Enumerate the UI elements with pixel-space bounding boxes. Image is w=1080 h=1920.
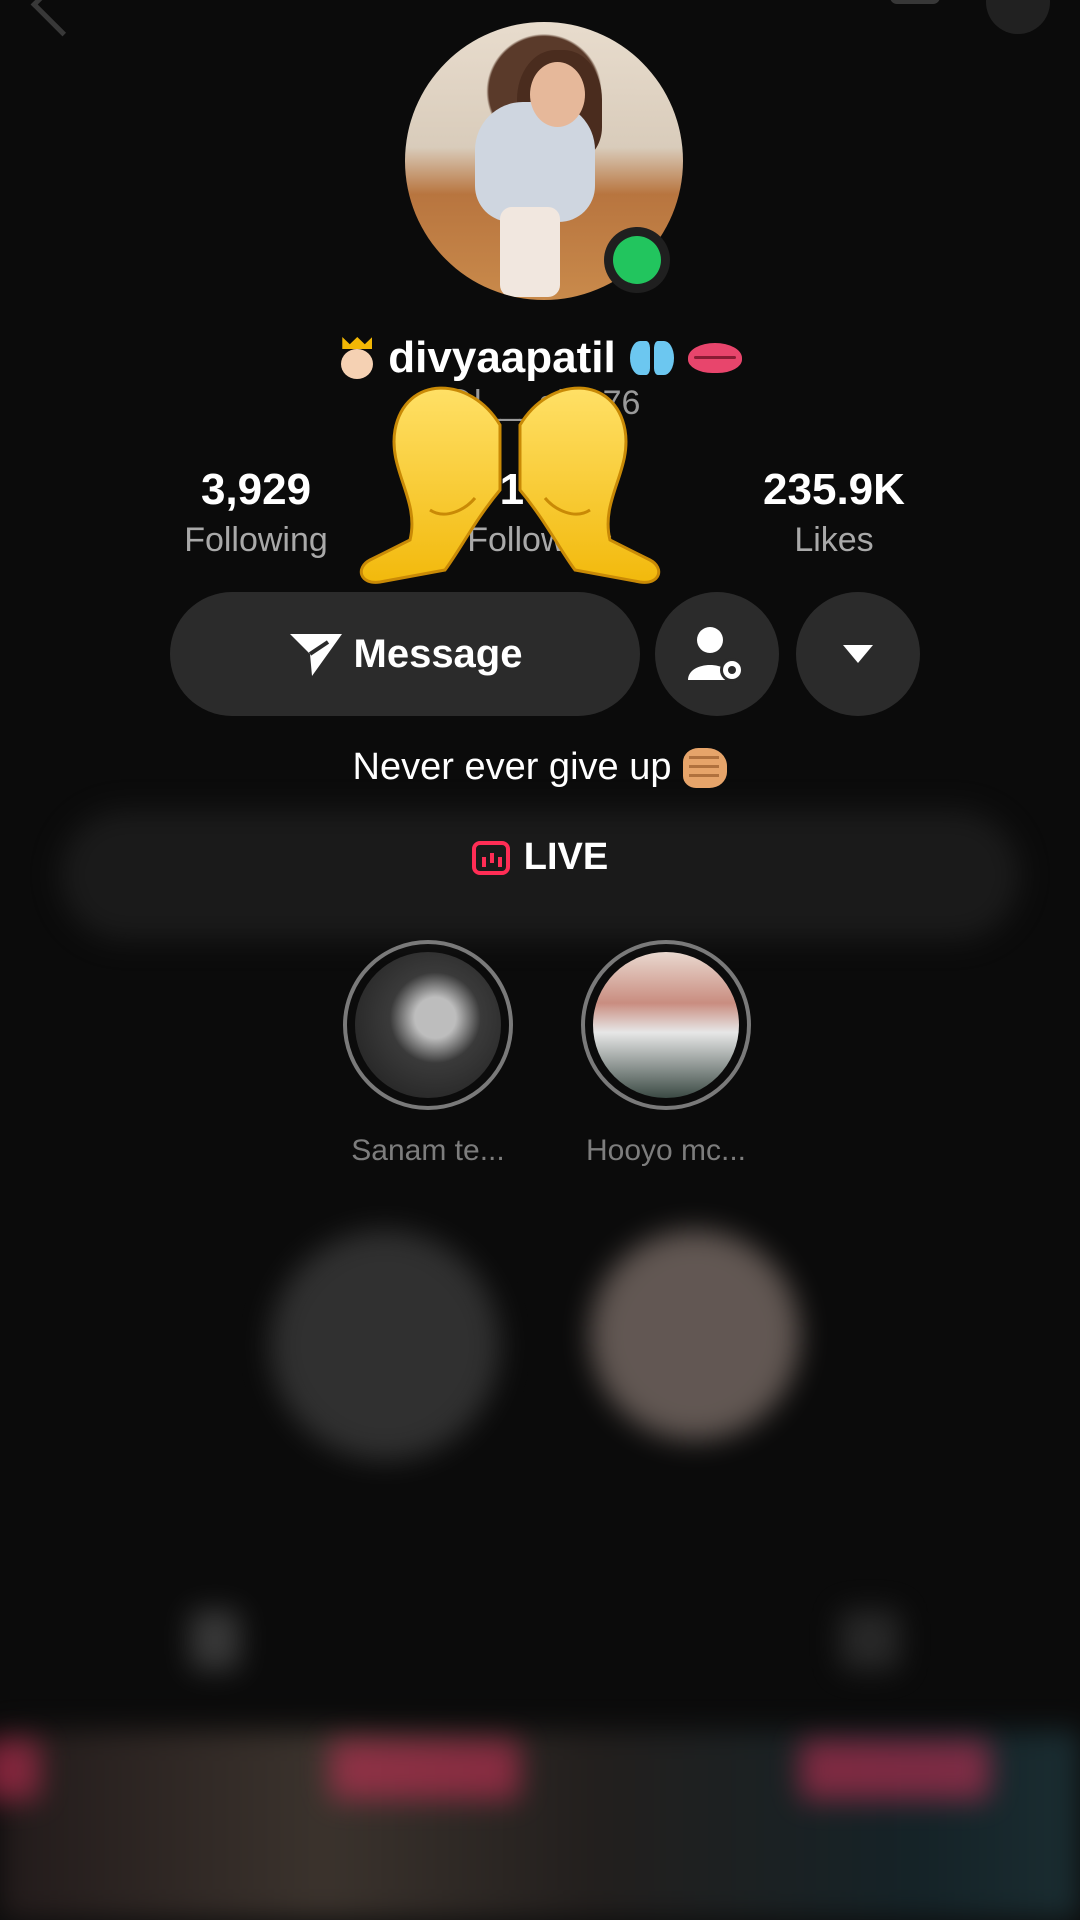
background-badge [0,1740,40,1800]
highlight-item[interactable] [343,940,513,1110]
background-avatar [270,1230,500,1460]
dropdown-icon [843,645,873,663]
notification-icon[interactable] [890,0,940,4]
person-settings-icon [688,627,744,682]
background-tab-icon [190,1610,240,1670]
background-tab-icon [840,1610,900,1670]
profile-bio: Never ever give up [0,746,1080,789]
live-label: LIVE [523,836,609,878]
message-button[interactable]: Message [170,592,640,716]
lips-icon [687,343,742,373]
background-badge [800,1740,990,1800]
online-status-dot [604,227,670,293]
stat-likes[interactable]: 235.9K Likes [684,462,984,562]
likes-label: Likes [794,521,874,559]
highlight-label: Sanam te... [351,1134,505,1167]
top-actions [890,0,1050,40]
live-link[interactable]: LIVE [0,836,1080,879]
share-icon[interactable] [986,0,1050,34]
likes-count: 235.9K [763,465,905,514]
friend-settings-button[interactable] [655,592,779,716]
highlight-label: Hooyo mc... [585,1134,747,1167]
background-badge [330,1740,520,1800]
message-button-label: Message [353,631,523,676]
bio-text: Never ever give up [352,746,672,788]
highlight-item[interactable] [581,940,751,1110]
send-icon [289,634,342,676]
heart-hands-icon [359,386,661,584]
back-icon[interactable] [30,0,95,37]
live-icon [471,840,510,875]
background-avatar [590,1230,800,1440]
more-options-button[interactable] [796,592,920,716]
fist-icon [683,747,728,788]
